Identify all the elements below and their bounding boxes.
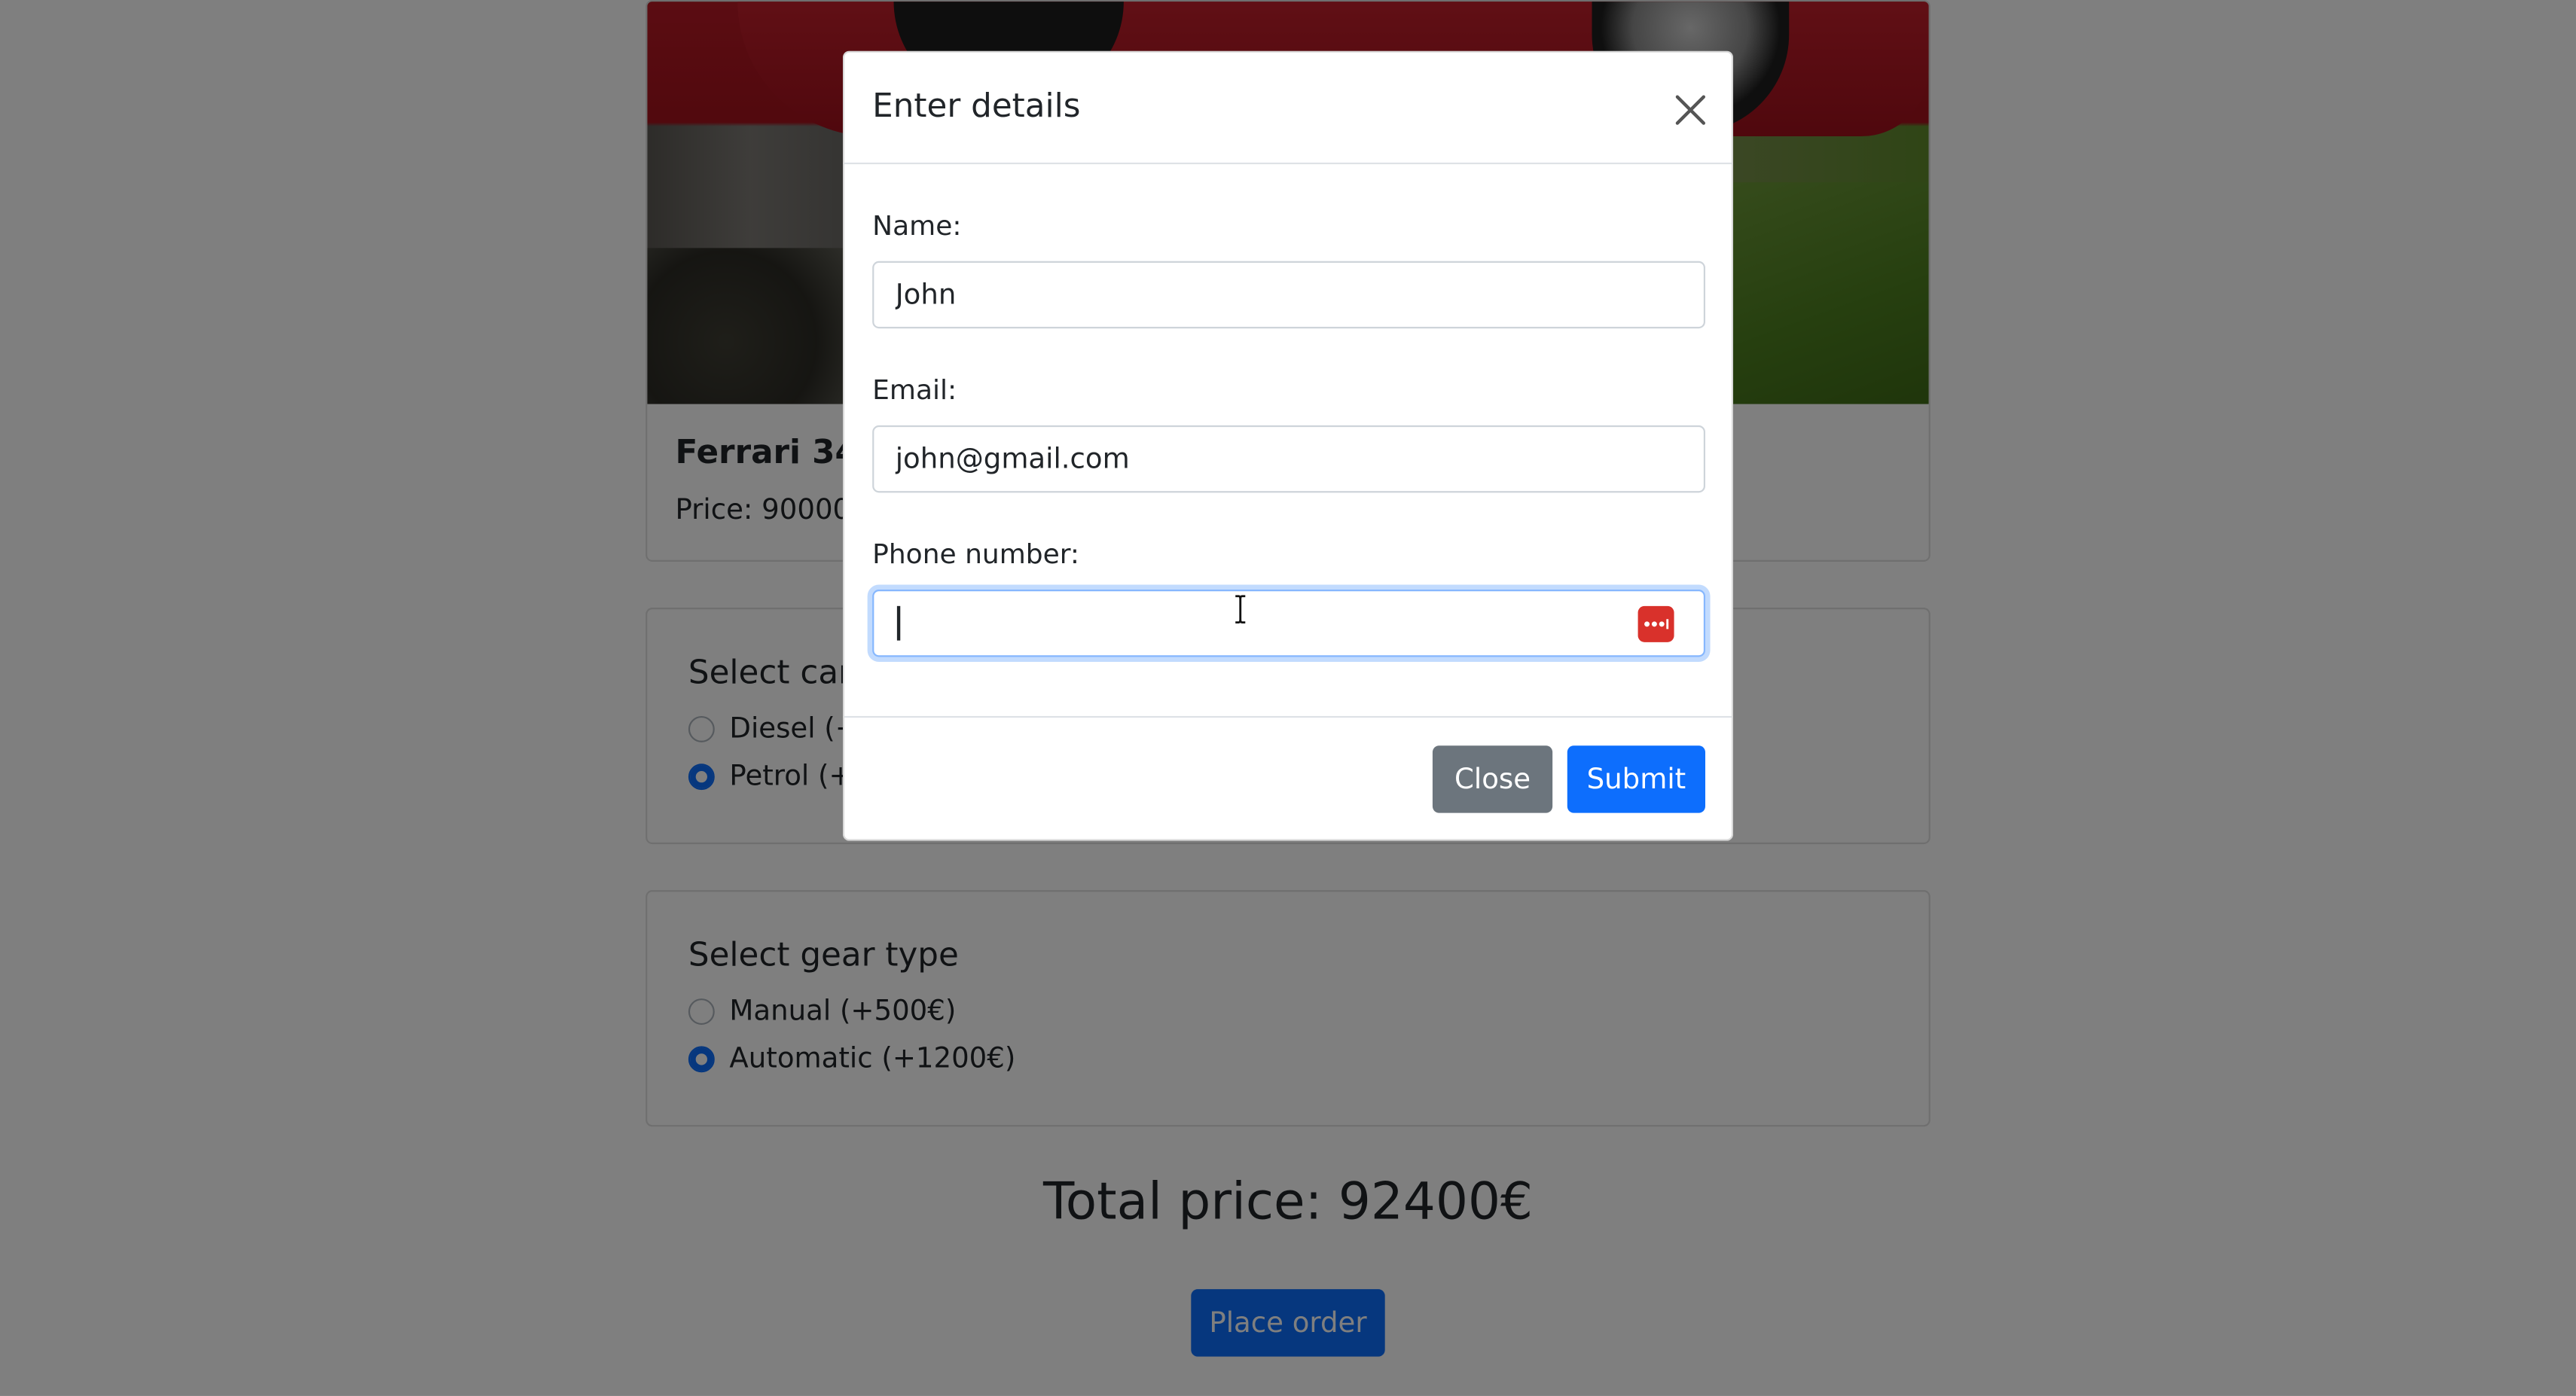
phone-field[interactable] — [872, 590, 1706, 657]
text-cursor-icon — [1232, 593, 1249, 626]
text-caret — [896, 605, 900, 641]
name-label: Name: — [872, 210, 962, 242]
submit-button[interactable]: Submit — [1567, 745, 1706, 813]
modal-title: Enter details — [872, 85, 1081, 125]
details-modal: Enter details Name: Email: Phone number: — [842, 50, 1734, 843]
modal-header: Enter details — [844, 53, 1732, 165]
email-label: Email: — [872, 374, 957, 406]
close-icon[interactable] — [1666, 85, 1715, 134]
phone-label: Phone number: — [872, 538, 1080, 570]
modal-footer: Close Submit — [844, 715, 1732, 843]
email-field[interactable] — [872, 425, 1706, 493]
close-button[interactable]: Close — [1432, 745, 1553, 813]
name-field[interactable] — [872, 261, 1706, 329]
password-manager-icon[interactable] — [1637, 605, 1674, 642]
page: Ferrari 348 Price: 90000€ Select car fue… — [0, 0, 2576, 1396]
